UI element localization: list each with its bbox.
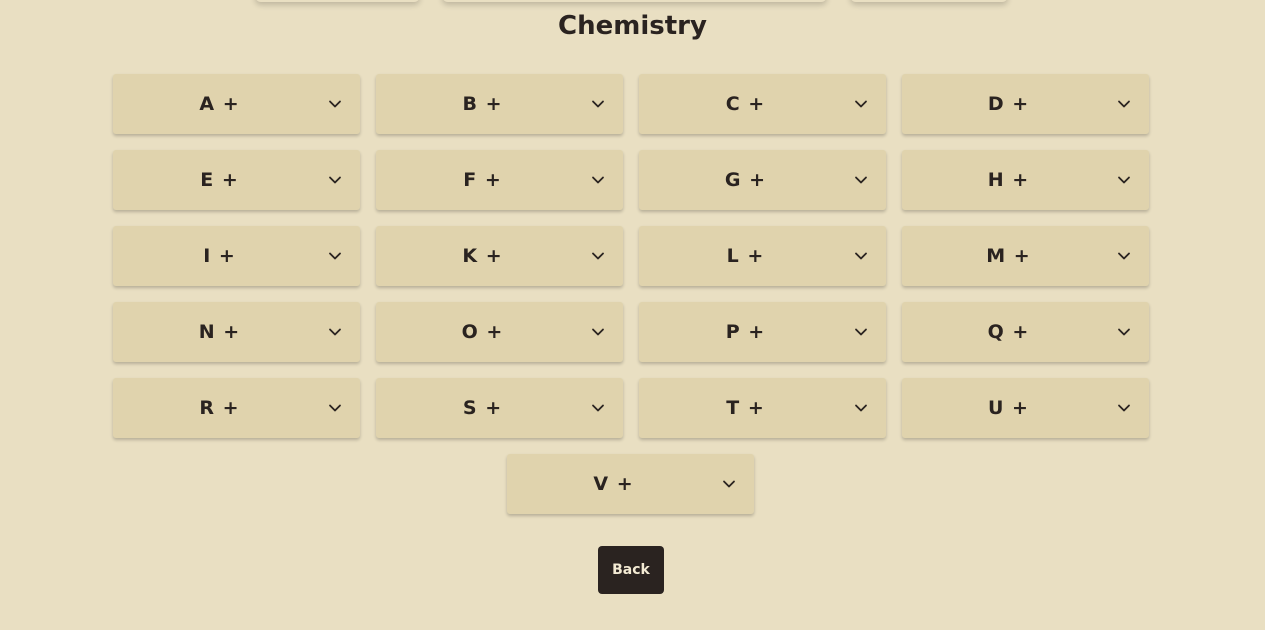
- sections-last-row: V +: [507, 454, 754, 514]
- chevron-down-icon[interactable]: [328, 97, 342, 111]
- section-label: C +: [725, 93, 766, 115]
- section-accordion-20[interactable]: V +: [507, 454, 754, 514]
- chevron-down-icon[interactable]: [854, 97, 868, 111]
- section-accordion-17[interactable]: S +: [376, 378, 623, 438]
- top-nav-partial: [0, 0, 1265, 6]
- section-label: N +: [198, 321, 241, 343]
- chevron-down-icon[interactable]: [1117, 173, 1131, 187]
- chevron-down-icon[interactable]: [591, 173, 605, 187]
- section-label: F +: [463, 169, 502, 191]
- section-label: D +: [987, 93, 1030, 115]
- top-tab-partial[interactable]: [442, 0, 827, 2]
- chevron-down-icon[interactable]: [591, 97, 605, 111]
- chevron-down-icon[interactable]: [1117, 325, 1131, 339]
- section-label: P +: [725, 321, 766, 343]
- section-label: B +: [462, 93, 503, 115]
- section-accordion-11[interactable]: M +: [902, 226, 1149, 286]
- section-accordion-15[interactable]: Q +: [902, 302, 1149, 362]
- chevron-down-icon[interactable]: [328, 173, 342, 187]
- chevron-down-icon[interactable]: [854, 325, 868, 339]
- section-accordion-3[interactable]: D +: [902, 74, 1149, 134]
- top-tab-partial[interactable]: [850, 0, 1008, 2]
- top-tab-partial[interactable]: [255, 0, 420, 2]
- section-label: G +: [724, 169, 767, 191]
- section-label: L +: [726, 245, 765, 267]
- section-accordion-2[interactable]: C +: [639, 74, 886, 134]
- chevron-down-icon[interactable]: [591, 325, 605, 339]
- section-label: Q +: [987, 321, 1030, 343]
- section-label: R +: [199, 397, 240, 419]
- section-accordion-4[interactable]: E +: [113, 150, 360, 210]
- section-accordion-12[interactable]: N +: [113, 302, 360, 362]
- section-label: U +: [988, 397, 1029, 419]
- section-label: K +: [462, 245, 503, 267]
- sections-grid: A + B + C + D + E + F + G + H + I + K + …: [113, 74, 1149, 438]
- section-label: O +: [461, 321, 504, 343]
- section-label: M +: [986, 245, 1031, 267]
- section-accordion-10[interactable]: L +: [639, 226, 886, 286]
- section-label: T +: [726, 397, 765, 419]
- chevron-down-icon[interactable]: [854, 401, 868, 415]
- section-label: A +: [199, 93, 240, 115]
- chevron-down-icon[interactable]: [854, 173, 868, 187]
- section-accordion-9[interactable]: K +: [376, 226, 623, 286]
- section-accordion-19[interactable]: U +: [902, 378, 1149, 438]
- section-accordion-8[interactable]: I +: [113, 226, 360, 286]
- section-accordion-5[interactable]: F +: [376, 150, 623, 210]
- chevron-down-icon[interactable]: [1117, 249, 1131, 263]
- section-label: E +: [200, 169, 239, 191]
- chevron-down-icon[interactable]: [328, 401, 342, 415]
- section-accordion-0[interactable]: A +: [113, 74, 360, 134]
- chevron-down-icon[interactable]: [591, 401, 605, 415]
- section-accordion-18[interactable]: T +: [639, 378, 886, 438]
- back-button[interactable]: Back: [598, 546, 664, 594]
- chevron-down-icon[interactable]: [328, 325, 342, 339]
- chevron-down-icon[interactable]: [591, 249, 605, 263]
- page-title: Chemistry: [558, 11, 707, 41]
- chevron-down-icon[interactable]: [1117, 401, 1131, 415]
- chevron-down-icon[interactable]: [328, 249, 342, 263]
- chevron-down-icon[interactable]: [1117, 97, 1131, 111]
- section-accordion-16[interactable]: R +: [113, 378, 360, 438]
- section-label: I +: [203, 245, 236, 267]
- section-accordion-7[interactable]: H +: [902, 150, 1149, 210]
- section-label: S +: [462, 397, 503, 419]
- chevron-down-icon[interactable]: [722, 477, 736, 491]
- section-label: H +: [987, 169, 1030, 191]
- section-accordion-13[interactable]: O +: [376, 302, 623, 362]
- chevron-down-icon[interactable]: [854, 249, 868, 263]
- section-label: V +: [593, 473, 634, 495]
- section-accordion-6[interactable]: G +: [639, 150, 886, 210]
- section-accordion-1[interactable]: B +: [376, 74, 623, 134]
- section-accordion-14[interactable]: P +: [639, 302, 886, 362]
